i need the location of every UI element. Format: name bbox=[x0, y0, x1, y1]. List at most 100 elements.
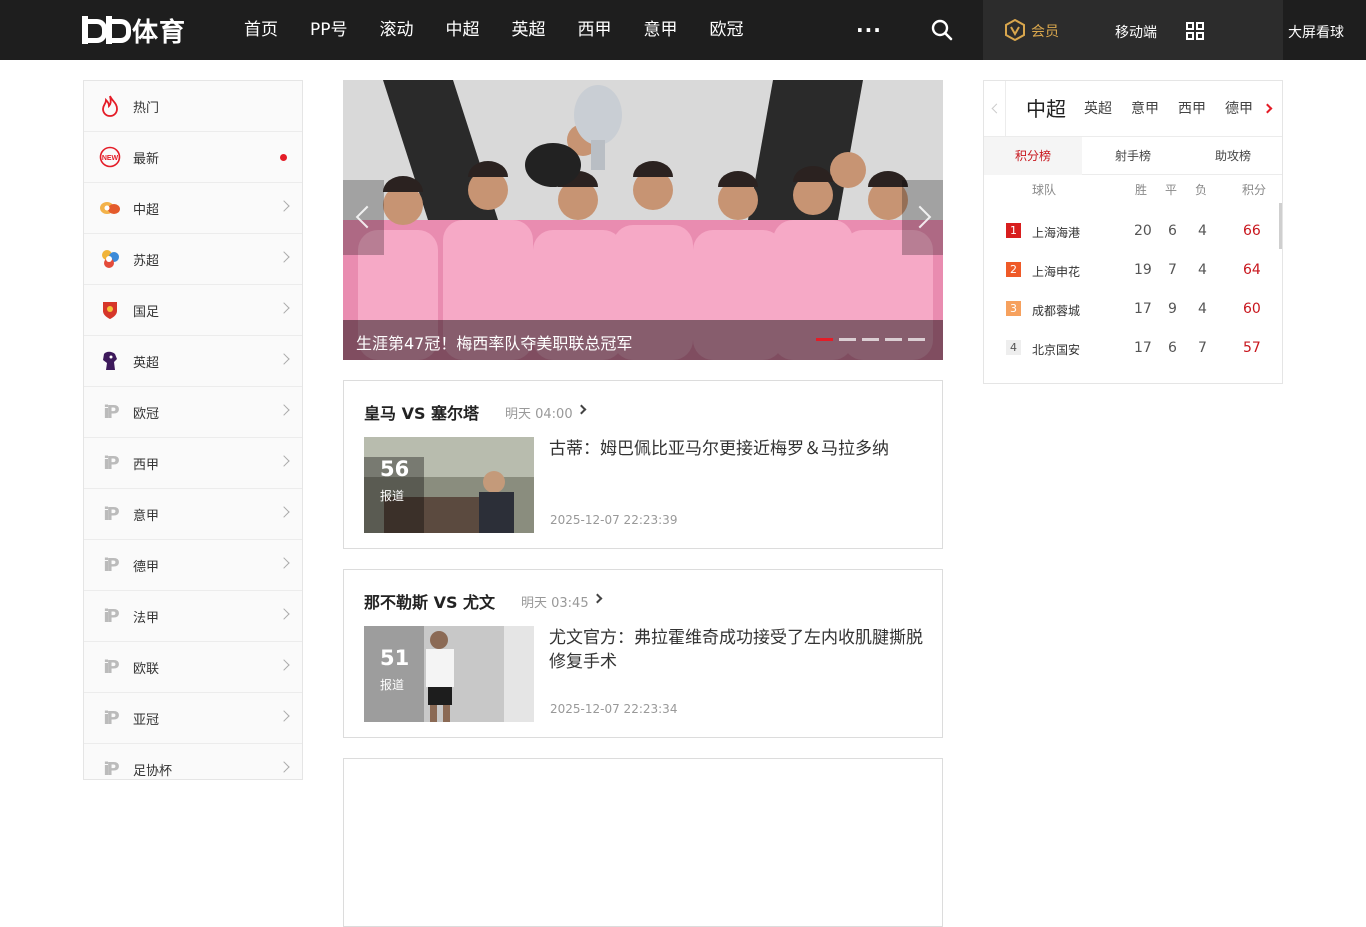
search-icon[interactable] bbox=[930, 18, 954, 42]
sidebar-item-national-team[interactable]: 国足 bbox=[84, 285, 302, 336]
match-headline[interactable]: 尤文官方：弗拉霍维奇成功接受了左内收肌腱撕脱修复手术 bbox=[549, 626, 929, 674]
nav-item-csl[interactable]: 中超 bbox=[430, 0, 496, 60]
header-draws: 平 bbox=[1165, 183, 1178, 197]
team-name: 成都蓉城 bbox=[1032, 304, 1081, 318]
flame-icon bbox=[99, 95, 121, 117]
nav-item-ucl[interactable]: 欧冠 bbox=[694, 0, 760, 60]
category-sidebar: 热门 NEW 最新 中超 苏超 国足 英超 iP 欧冠 iP 西甲 iP 意甲 … bbox=[83, 80, 303, 780]
carousel-dot[interactable] bbox=[885, 338, 902, 341]
member-link[interactable]: 会员 bbox=[1031, 21, 1059, 41]
chevron-right-icon bbox=[592, 593, 603, 604]
hero-headline[interactable]: 生涯第47冠！梅西率队夺美职联总冠军 bbox=[356, 330, 632, 354]
chevron-right-icon bbox=[1262, 103, 1273, 114]
nav-item-epl[interactable]: 英超 bbox=[496, 0, 562, 60]
match-thumbnail[interactable]: 51 报道 bbox=[364, 626, 534, 722]
nav-item-rolling[interactable]: 滚动 bbox=[364, 0, 430, 60]
wins: 17 bbox=[1134, 340, 1152, 356]
carousel-dot[interactable] bbox=[816, 338, 833, 341]
chevron-right-icon bbox=[278, 659, 290, 671]
league-tabs: 中超 英超 意甲 西甲 德甲 bbox=[984, 81, 1282, 137]
table-row[interactable]: 2 上海申花 19 7 4 64 bbox=[984, 250, 1282, 289]
sidebar-item-ligue1[interactable]: iP 法甲 bbox=[84, 591, 302, 642]
report-count-label: 报道 bbox=[380, 489, 405, 503]
apps-grid-icon[interactable] bbox=[1186, 22, 1204, 40]
sidebar-item-hot[interactable]: 热门 bbox=[84, 81, 302, 132]
nav-item-laliga[interactable]: 西甲 bbox=[562, 0, 628, 60]
carousel-prev-button[interactable] bbox=[343, 180, 384, 255]
wins: 17 bbox=[1134, 301, 1152, 317]
match-date: 2025-12-07 22:23:39 bbox=[550, 513, 678, 527]
match-thumbnail[interactable]: 56 报道 bbox=[364, 437, 534, 533]
table-row[interactable]: 1 上海海港 20 6 4 66 bbox=[984, 211, 1282, 250]
nav-item-home[interactable]: 首页 bbox=[228, 0, 294, 60]
bigscreen-link[interactable]: 大屏看球 bbox=[1288, 22, 1344, 42]
league-prev-button[interactable] bbox=[984, 81, 1006, 137]
match-title[interactable]: 那不勒斯 VS 尤文 bbox=[364, 589, 495, 613]
chevron-left-icon bbox=[991, 103, 1002, 114]
rank-badge: 1 bbox=[1006, 223, 1021, 238]
sidebar-item-ucl[interactable]: iP 欧冠 bbox=[84, 387, 302, 438]
chevron-right-icon bbox=[278, 506, 290, 518]
unread-dot bbox=[280, 154, 287, 161]
new-badge-icon: NEW bbox=[99, 146, 121, 168]
league-tab-csl[interactable]: 中超 bbox=[1026, 81, 1066, 137]
table-row[interactable]: 3 成都蓉城 17 9 4 60 bbox=[984, 289, 1282, 328]
vip-badge-icon[interactable] bbox=[1005, 19, 1025, 41]
league-tab-laliga[interactable]: 西甲 bbox=[1178, 81, 1206, 137]
losses: 7 bbox=[1198, 340, 1207, 356]
match-card[interactable]: 那不勒斯 VS 尤文 明天 03:45 51 报道 尤文官方：弗拉霍维奇成功接受… bbox=[343, 569, 943, 738]
sidebar-item-afc-cl[interactable]: iP 亚冠 bbox=[84, 693, 302, 744]
wins: 19 bbox=[1134, 262, 1152, 278]
china-team-crest-icon bbox=[99, 299, 121, 321]
league-tab-seriea[interactable]: 意甲 bbox=[1131, 81, 1159, 137]
carousel-dot[interactable] bbox=[839, 338, 856, 341]
league-next-button[interactable] bbox=[1260, 81, 1282, 137]
pp-logo-icon: iP bbox=[103, 758, 119, 780]
chevron-right-icon bbox=[278, 710, 290, 722]
pp-logo-icon: iP bbox=[103, 605, 119, 627]
league-tab-bundesliga[interactable]: 德甲 bbox=[1225, 81, 1253, 137]
match-title[interactable]: 皇马 VS 塞尔塔 bbox=[364, 400, 479, 424]
hero-carousel[interactable]: 生涯第47冠！梅西率队夺美职联总冠军 bbox=[343, 80, 943, 360]
carousel-dot[interactable] bbox=[862, 338, 879, 341]
match-card[interactable]: 皇马 VS 塞尔塔 明天 04:00 56 报道 古蒂：姆巴佩比亚马尔更接近梅罗… bbox=[343, 380, 943, 549]
pp-logo-icon bbox=[82, 16, 131, 44]
main-nav: 首页 PP号 滚动 中超 英超 西甲 意甲 欧冠 bbox=[228, 0, 760, 60]
draws: 6 bbox=[1168, 223, 1177, 239]
table-row[interactable]: 4 北京国安 17 6 7 57 bbox=[984, 328, 1282, 367]
header-wins: 胜 bbox=[1135, 183, 1148, 197]
chevron-right-icon bbox=[278, 404, 290, 416]
member-area: 会员 移动端 bbox=[983, 0, 1283, 60]
sidebar-item-latest[interactable]: NEW 最新 bbox=[84, 132, 302, 183]
hero-caption-bar: 生涯第47冠！梅西率队夺美职联总冠军 bbox=[343, 320, 943, 360]
league-tab-epl[interactable]: 英超 bbox=[1084, 81, 1112, 137]
pp-logo-icon: iP bbox=[103, 452, 119, 474]
svg-text:NEW: NEW bbox=[102, 155, 119, 162]
pp-logo-icon: iP bbox=[103, 707, 119, 729]
rank-badge: 3 bbox=[1006, 301, 1021, 316]
hero-image bbox=[343, 80, 943, 360]
premier-league-icon bbox=[99, 350, 121, 372]
mobile-link[interactable]: 移动端 bbox=[1115, 22, 1157, 42]
site-logo[interactable]: 体育 bbox=[82, 14, 186, 48]
sidebar-item-laliga[interactable]: iP 西甲 bbox=[84, 438, 302, 489]
sidebar-item-bundesliga[interactable]: iP 德甲 bbox=[84, 540, 302, 591]
match-headline[interactable]: 古蒂：姆巴佩比亚马尔更接近梅罗＆马拉多纳 bbox=[549, 437, 929, 461]
sidebar-item-csl[interactable]: 中超 bbox=[84, 183, 302, 234]
carousel-dot[interactable] bbox=[908, 338, 925, 341]
sidebar-item-seriea[interactable]: iP 意甲 bbox=[84, 489, 302, 540]
more-menu-button[interactable]: ··· bbox=[856, 20, 882, 40]
losses: 4 bbox=[1198, 301, 1207, 317]
tab-top-assists[interactable]: 助攻榜 bbox=[1184, 137, 1282, 175]
match-card[interactable] bbox=[343, 758, 943, 927]
sidebar-item-fa-cup[interactable]: iP 足协杯 bbox=[84, 744, 302, 780]
nav-item-pp-account[interactable]: PP号 bbox=[294, 0, 364, 60]
draws: 7 bbox=[1168, 262, 1177, 278]
sidebar-item-epl[interactable]: 英超 bbox=[84, 336, 302, 387]
tab-top-scorers[interactable]: 射手榜 bbox=[1084, 137, 1182, 175]
sidebar-item-jiangsu-league[interactable]: 苏超 bbox=[84, 234, 302, 285]
nav-item-seriea[interactable]: 意甲 bbox=[628, 0, 694, 60]
sidebar-item-europa-league[interactable]: iP 欧联 bbox=[84, 642, 302, 693]
tab-points-table[interactable]: 积分榜 bbox=[984, 137, 1082, 175]
carousel-next-button[interactable] bbox=[902, 180, 943, 255]
